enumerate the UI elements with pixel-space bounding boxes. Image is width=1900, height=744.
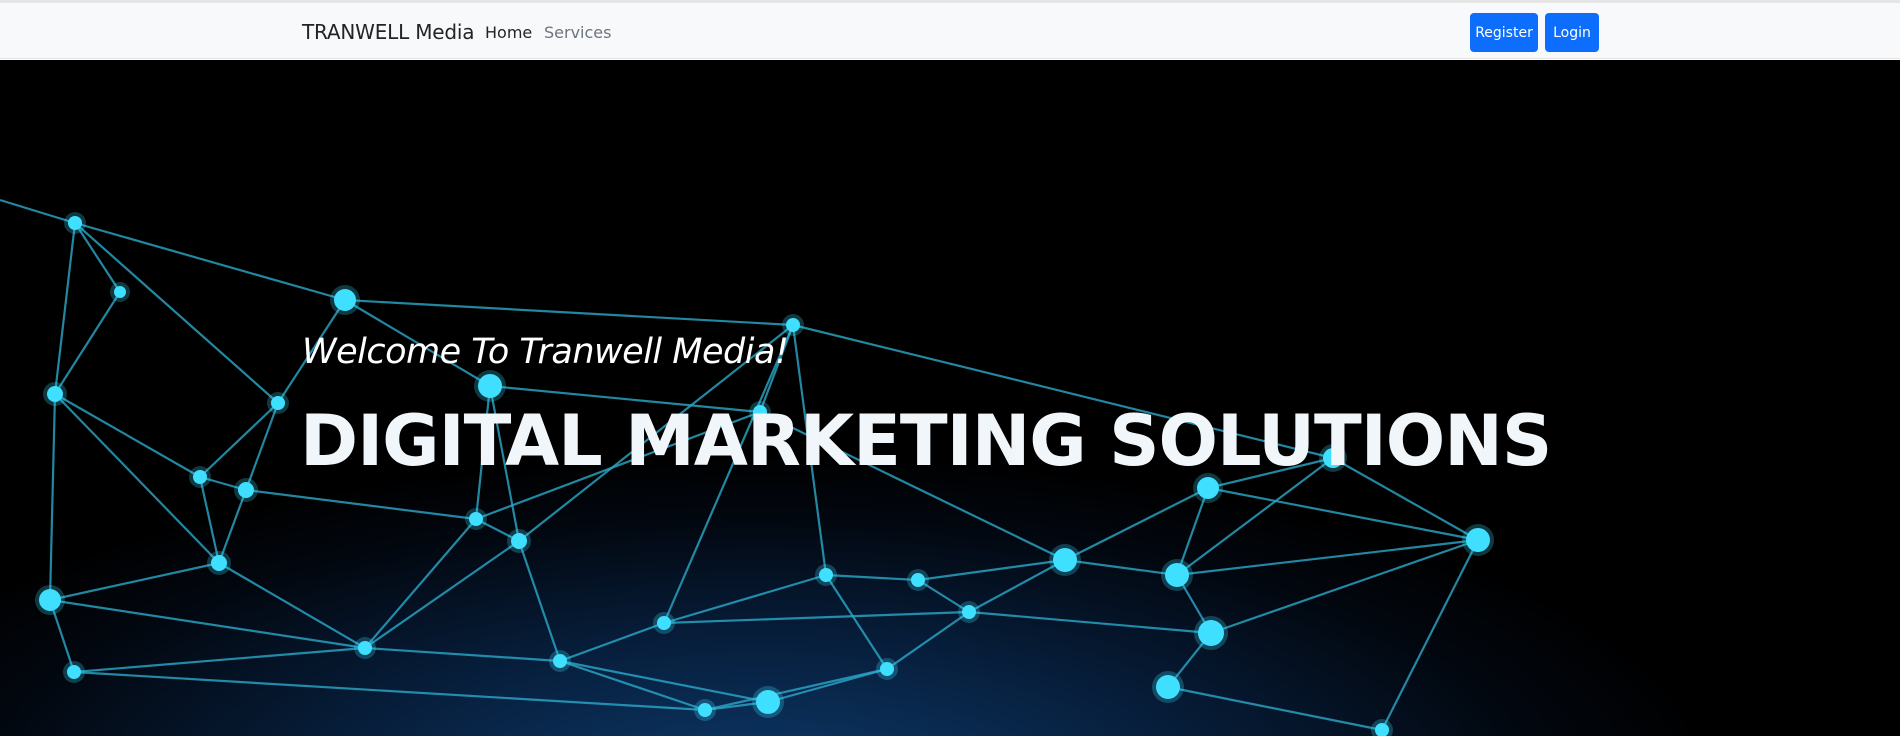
hero-welcome-text: Welcome To Tranwell Media! xyxy=(302,332,789,372)
network-edge xyxy=(49,561,220,602)
network-edge xyxy=(968,610,1212,635)
network-node xyxy=(1053,548,1077,572)
network-node xyxy=(1466,528,1490,552)
login-button[interactable]: Login xyxy=(1545,13,1599,52)
navbar: TRANWELL Media Home Services Register Lo… xyxy=(0,3,1900,59)
network-node xyxy=(962,605,976,619)
network-edge xyxy=(704,667,888,712)
network-edge xyxy=(0,198,76,225)
network-node xyxy=(68,216,82,230)
network-edge xyxy=(218,562,366,649)
network-node xyxy=(1198,620,1224,646)
network-edge xyxy=(199,402,279,478)
hero-banner: Welcome To Tranwell Media! DIGITAL MARKE… xyxy=(0,60,1900,736)
network-edge xyxy=(49,598,366,650)
network-node xyxy=(39,589,61,611)
network-edge xyxy=(968,559,1066,613)
nav-link-services[interactable]: Services xyxy=(544,23,611,42)
network-node xyxy=(1156,675,1180,699)
page-bottom-edge xyxy=(0,736,1900,744)
network-edge xyxy=(244,402,280,491)
register-button[interactable]: Register xyxy=(1470,13,1538,52)
network-edge xyxy=(917,558,1066,582)
network-node xyxy=(511,533,527,549)
network-edge xyxy=(1176,538,1479,577)
network-node xyxy=(819,568,833,582)
network-edge xyxy=(663,573,827,625)
network-node xyxy=(211,555,227,571)
network-edge xyxy=(767,667,888,704)
nav-link-home[interactable]: Home xyxy=(485,23,532,42)
network-node xyxy=(880,662,894,676)
network-node xyxy=(478,374,502,398)
network-node xyxy=(469,512,483,526)
network-node xyxy=(756,690,780,714)
network-node xyxy=(238,482,254,498)
network-node xyxy=(553,654,567,668)
network-node xyxy=(657,616,671,630)
network-edge xyxy=(517,540,562,662)
network-edge xyxy=(364,646,561,663)
network-edge xyxy=(886,611,970,670)
network-edge xyxy=(1064,558,1178,577)
network-edge xyxy=(663,610,970,625)
hero-headline: DIGITAL MARKETING SOLUTIONS xyxy=(300,400,1552,482)
network-edge xyxy=(73,646,366,674)
network-node xyxy=(1165,563,1189,587)
network-edge xyxy=(245,488,477,521)
network-node xyxy=(698,703,712,717)
network-node xyxy=(786,318,800,332)
network-node xyxy=(114,286,126,298)
network-node xyxy=(358,641,372,655)
network-node xyxy=(271,396,285,410)
network-edge xyxy=(54,393,201,478)
network-edge xyxy=(825,573,919,582)
brand-logo-text[interactable]: TRANWELL Media xyxy=(302,20,474,44)
network-node xyxy=(911,573,925,587)
network-edge xyxy=(825,574,888,670)
network-node xyxy=(193,470,207,484)
network-edge xyxy=(1167,685,1383,732)
network-edge xyxy=(344,298,794,327)
network-edge xyxy=(1207,486,1479,542)
network-background-image xyxy=(0,198,1494,736)
network-edge xyxy=(48,393,57,601)
network-edge xyxy=(559,621,665,663)
network-edge xyxy=(198,476,221,564)
network-node xyxy=(47,386,63,402)
network-node xyxy=(67,665,81,679)
network-node xyxy=(334,289,356,311)
